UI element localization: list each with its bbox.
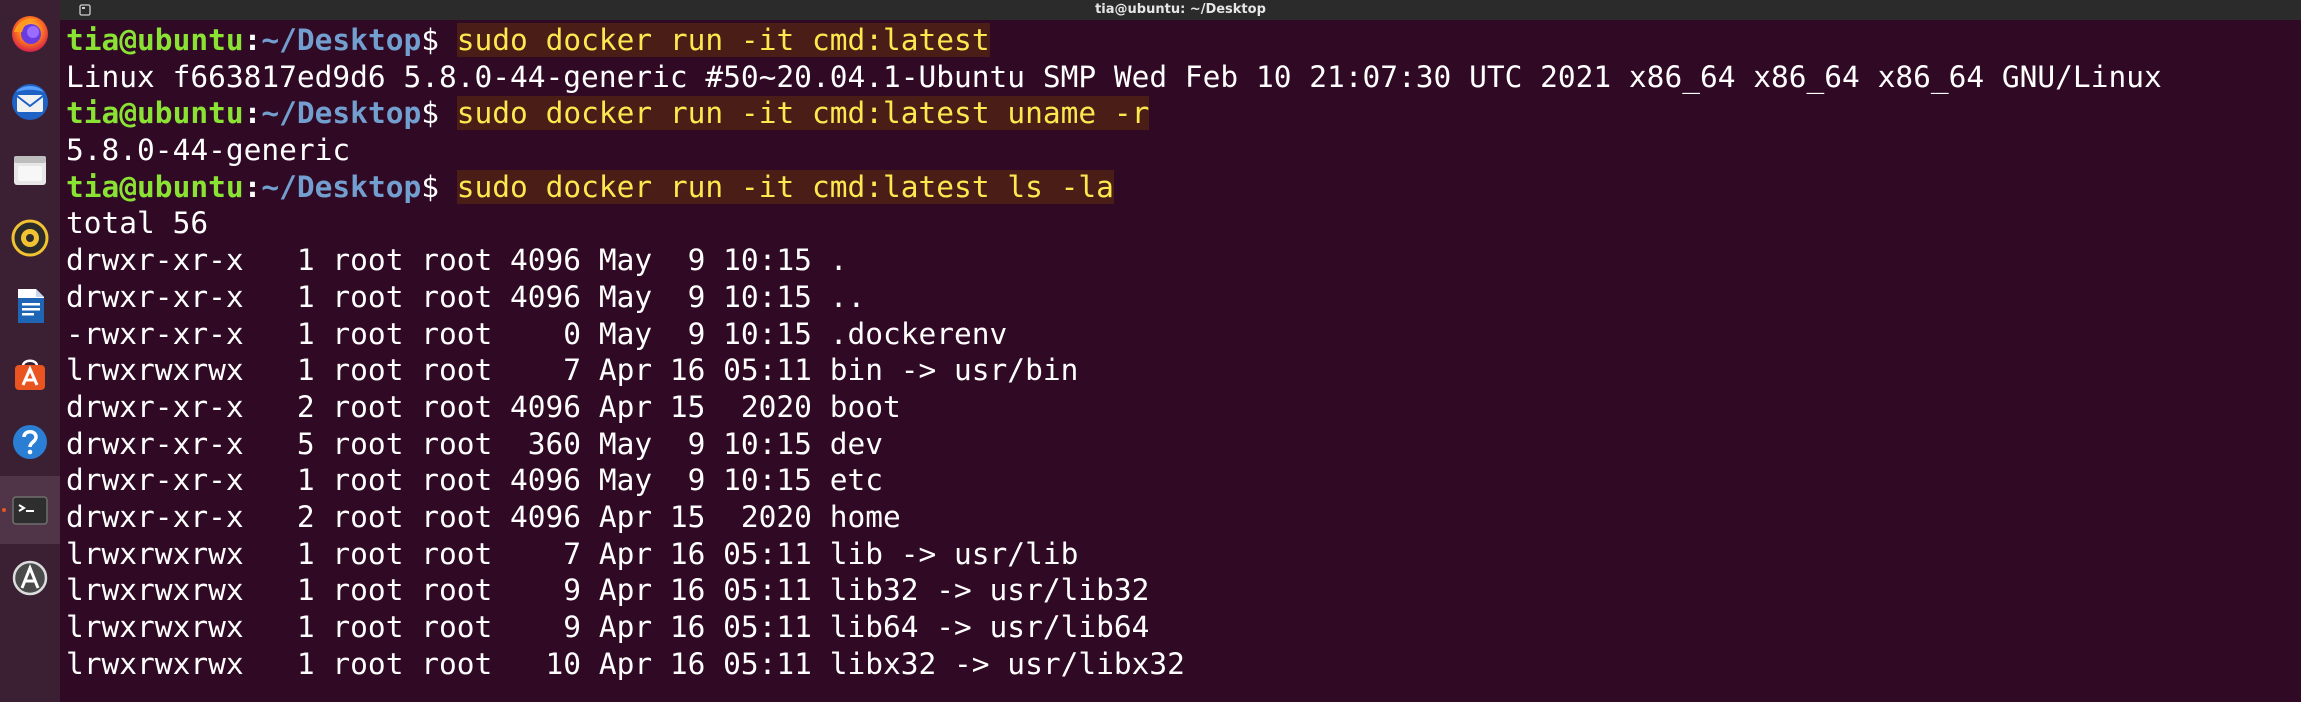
terminal-output: tia@ubuntu:~/Desktop$ sudo docker run -i… [66, 22, 2162, 682]
output-line: lrwxrwxrwx 1 root root 9 Apr 16 05:11 li… [66, 572, 2162, 609]
running-indicator [2, 508, 6, 512]
output-text: -rwxr-xr-x 1 root root 0 May 9 10:15 .do… [66, 316, 1008, 351]
prompt-path: ~/Desktop [261, 23, 422, 57]
prompt-line: tia@ubuntu:~/Desktop$ sudo docker run -i… [66, 22, 2162, 59]
help-icon [13, 425, 47, 459]
output-text: drwxr-xr-x 1 root root 4096 May 9 10:15 … [66, 463, 883, 498]
folder-icon [14, 156, 46, 185]
output-line: Linux f663817ed9d6 5.8.0-44-generic #50~… [66, 59, 2162, 96]
prompt-user-host: tia@ubuntu [66, 169, 244, 204]
output-text: drwxr-xr-x 1 root root 4096 May 9 10:15 … [66, 243, 848, 278]
output-text: 5.8.0-44-generic [66, 133, 351, 168]
dock-item-ubuntu-software[interactable] [0, 340, 60, 408]
dock-item-software-updater[interactable] [0, 544, 60, 612]
output-line: -rwxr-xr-x 1 root root 0 May 9 10:15 .do… [66, 316, 2162, 353]
output-text: lrwxrwxrwx 1 root root 9 Apr 16 05:11 li… [66, 610, 1150, 644]
command-text: sudo docker run -it cmd:latest [456, 23, 990, 57]
dock-item-terminal[interactable] [0, 476, 60, 544]
dock-item-rhythmbox[interactable] [0, 204, 60, 272]
prompt-line: tia@ubuntu:~/Desktop$ sudo docker run -i… [66, 95, 2162, 132]
output-text: lrwxrwxrwx 1 root root 7 Apr 16 05:11 li… [66, 536, 1079, 571]
terminal-view[interactable]: tia@ubuntu:~/Desktop$ sudo docker run -i… [60, 20, 2301, 702]
output-line: lrwxrwxrwx 1 root root 7 Apr 16 05:11 bi… [66, 352, 2162, 389]
terminal-icon [12, 496, 48, 525]
prompt-colon: : [243, 169, 262, 204]
thunderbird-icon [12, 84, 48, 120]
output-text: total 56 [66, 206, 209, 241]
output-text: Linux f663817ed9d6 5.8.0-44-generic #50~… [66, 59, 2162, 94]
prompt-symbol: $ [421, 169, 439, 204]
dock-item-libreoffice-writer[interactable] [0, 272, 60, 340]
ubuntu-dock [0, 0, 60, 702]
window-title: tia@ubuntu: ~/Desktop [1095, 2, 1266, 17]
output-line: drwxr-xr-x 1 root root 4096 May 9 10:15 … [66, 279, 2162, 316]
firefox-icon [12, 16, 48, 52]
output-text: drwxr-xr-x 1 root root 4096 May 9 10:15 … [66, 279, 866, 314]
software-updater-icon [12, 560, 48, 596]
output-text: lrwxrwxrwx 1 root root 9 Apr 16 05:11 li… [66, 573, 1150, 608]
prompt-line: tia@ubuntu:~/Desktop$ sudo docker run -i… [66, 169, 2162, 206]
output-line: drwxr-xr-x 2 root root 4096 Apr 15 2020 … [66, 389, 2162, 426]
output-text: drwxr-xr-x 5 root root 360 May 9 10:15 d… [66, 426, 883, 461]
output-line: drwxr-xr-x 2 root root 4096 Apr 15 2020 … [66, 499, 2162, 536]
rhythmbox-icon [11, 219, 49, 257]
prompt-colon: : [243, 96, 262, 131]
output-line: lrwxrwxrwx 1 root root 9 Apr 16 05:11 li… [66, 609, 2162, 646]
output-line: lrwxrwxrwx 1 root root 7 Apr 16 05:11 li… [66, 536, 2162, 573]
output-line: 5.8.0-44-generic [66, 132, 2162, 169]
software-center-icon [15, 359, 45, 390]
output-line: total 56 [66, 205, 2162, 242]
command-text: sudo docker run -it cmd:latest uname -r [456, 96, 1150, 131]
dock-item-files[interactable] [0, 136, 60, 204]
output-text: drwxr-xr-x 2 root root 4096 Apr 15 2020 … [66, 499, 901, 534]
output-text: drwxr-xr-x 2 root root 4096 Apr 15 2020 … [66, 389, 901, 424]
prompt-user-host: tia@ubuntu [66, 96, 244, 131]
dock-item-thunderbird[interactable] [0, 68, 60, 136]
document-icon [18, 289, 44, 323]
output-line: drwxr-xr-x 1 root root 4096 May 9 10:15 … [66, 242, 2162, 279]
output-line: drwxr-xr-x 1 root root 4096 May 9 10:15 … [66, 462, 2162, 499]
dock-item-firefox[interactable] [0, 0, 60, 68]
desktop-screen: tia@ubuntu: ~/Desktop tia@ubuntu:~/Deskt… [0, 0, 2301, 702]
output-text: lrwxrwxrwx 1 root root 7 Apr 16 05:11 bi… [66, 353, 1079, 388]
prompt-colon: : [243, 23, 262, 57]
prompt-path: ~/Desktop [261, 169, 422, 204]
command-text: sudo docker run -it cmd:latest ls -la [456, 169, 1114, 204]
prompt-symbol: $ [421, 23, 439, 57]
prompt-user-host: tia@ubuntu [66, 23, 244, 57]
output-line: drwxr-xr-x 5 root root 360 May 9 10:15 d… [66, 426, 2162, 463]
prompt-path: ~/Desktop [261, 96, 422, 131]
prompt-symbol: $ [421, 96, 439, 131]
output-text: lrwxrwxrwx 1 root root 10 Apr 16 05:11 l… [66, 646, 1185, 681]
output-line: lrwxrwxrwx 1 root root 10 Apr 16 05:11 l… [66, 646, 2162, 683]
dock-item-help[interactable] [0, 408, 60, 476]
window-titlebar[interactable]: tia@ubuntu: ~/Desktop [60, 0, 2301, 20]
